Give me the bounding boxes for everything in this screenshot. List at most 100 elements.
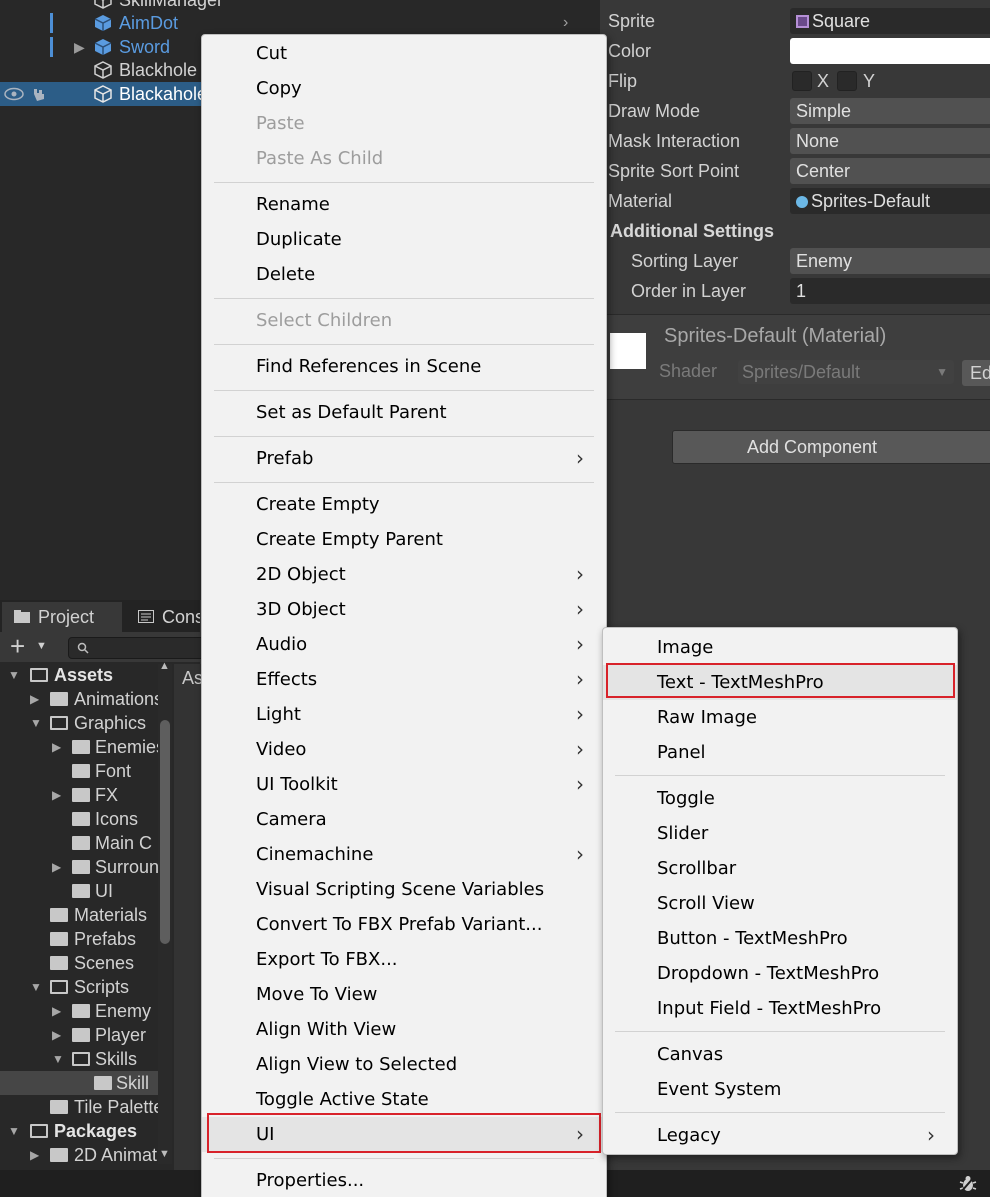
tree-item[interactable]: Materials <box>0 903 160 927</box>
submenu-item-button-textmeshpro[interactable]: Button - TextMeshPro <box>603 921 957 956</box>
tab-project[interactable]: Project <box>2 602 122 632</box>
scroll-down-icon[interactable]: ▼ <box>159 1148 170 1160</box>
pick-hand-icon[interactable] <box>30 85 48 103</box>
tree-item[interactable]: Main C <box>0 831 160 855</box>
chevron-down-icon[interactable]: ▼ <box>36 640 47 652</box>
additional-settings-header[interactable]: Additional Settings <box>610 218 774 244</box>
menu-item-copy[interactable]: Copy <box>202 71 606 106</box>
edit-shader-button[interactable]: Edit <box>962 360 990 386</box>
tree-item[interactable]: Prefabs <box>0 927 160 951</box>
tree-item[interactable]: ▶ Enemy <box>0 999 160 1023</box>
menu-item-create-empty-parent[interactable]: Create Empty Parent <box>202 522 606 557</box>
tree-item-selected[interactable]: Skill <box>0 1071 160 1095</box>
expand-arrow-icon[interactable]: ▶ <box>74 35 85 59</box>
tree-item[interactable]: ▼ Graphics <box>0 711 160 735</box>
mask-interaction-dropdown[interactable]: None <box>790 128 990 154</box>
tree-item[interactable]: ▶ Player <box>0 1023 160 1047</box>
flip-y-checkbox[interactable] <box>837 71 857 91</box>
submenu-item-scroll-view[interactable]: Scroll View <box>603 886 957 921</box>
sorting-layer-dropdown[interactable]: Enemy <box>790 248 990 274</box>
menu-item-properties[interactable]: Properties... <box>202 1163 606 1197</box>
tree-item[interactable]: Tile Palette <box>0 1095 160 1119</box>
tree-item[interactable]: ▶ Enemies <box>0 735 160 759</box>
menu-item-create-empty[interactable]: Create Empty <box>202 487 606 522</box>
submenu-item-dropdown-textmeshpro[interactable]: Dropdown - TextMeshPro <box>603 956 957 991</box>
menu-item-3d-object[interactable]: 3D Object › <box>202 592 606 627</box>
menu-item-export-to-fbx[interactable]: Export To FBX... <box>202 942 606 977</box>
submenu-item-slider[interactable]: Slider <box>603 816 957 851</box>
menu-item-visual-scripting-scene-variables[interactable]: Visual Scripting Scene Variables <box>202 872 606 907</box>
submenu-item-raw-image[interactable]: Raw Image <box>603 700 957 735</box>
tree-item[interactable]: Font <box>0 759 160 783</box>
submenu-item-input-field-textmeshpro[interactable]: Input Field - TextMeshPro <box>603 991 957 1026</box>
add-component-button[interactable]: Add Component <box>672 430 990 464</box>
menu-item-align-view-to-selected[interactable]: Align View to Selected <box>202 1047 606 1082</box>
tree-scrollbar[interactable]: ▲ ▼ <box>158 660 172 1164</box>
menu-item-ui-toolkit[interactable]: UI Toolkit › <box>202 767 606 802</box>
menu-item-move-to-view[interactable]: Move To View <box>202 977 606 1012</box>
menu-item-convert-to-fbx-prefab-variant[interactable]: Convert To FBX Prefab Variant... <box>202 907 606 942</box>
menu-item-rename[interactable]: Rename <box>202 187 606 222</box>
tree-item[interactable]: ▶ 2D Animation <box>0 1143 160 1167</box>
menu-item-select-children[interactable]: Select Children <box>202 303 606 338</box>
menu-item-cinemachine[interactable]: Cinemachine › <box>202 837 606 872</box>
search-input[interactable] <box>68 637 208 659</box>
sprite-field[interactable]: Square <box>790 8 990 34</box>
menu-item-toggle-active-state[interactable]: Toggle Active State <box>202 1082 606 1117</box>
sprite-sort-point-dropdown[interactable]: Center <box>790 158 990 184</box>
folder-icon <box>94 1076 112 1090</box>
project-toolbar: + ▼ <box>0 632 208 662</box>
tree-item[interactable]: Icons <box>0 807 160 831</box>
color-field[interactable] <box>790 38 990 64</box>
shader-dropdown[interactable]: Sprites/Default ▼ <box>738 360 954 384</box>
tree-item[interactable]: Scenes <box>0 951 160 975</box>
plus-icon[interactable]: + <box>10 633 25 659</box>
menu-item-align-with-view[interactable]: Align With View <box>202 1012 606 1047</box>
menu-item-set-default-parent[interactable]: Set as Default Parent <box>202 395 606 430</box>
eye-icon[interactable] <box>4 87 24 101</box>
submenu-item-image[interactable]: Image <box>603 630 957 665</box>
tree-item[interactable]: UI <box>0 879 160 903</box>
cube-icon <box>94 0 112 9</box>
tree-item[interactable]: ▶ Surroundings <box>0 855 160 879</box>
menu-item-find-references[interactable]: Find References in Scene <box>202 349 606 384</box>
submenu-item-event-system[interactable]: Event System <box>603 1072 957 1107</box>
menu-item-cut[interactable]: Cut <box>202 36 606 71</box>
draw-mode-dropdown[interactable]: Simple <box>790 98 990 124</box>
menu-item-effects[interactable]: Effects › <box>202 662 606 697</box>
menu-item-paste-as-child[interactable]: Paste As Child <box>202 141 606 176</box>
menu-item-delete[interactable]: Delete <box>202 257 606 292</box>
folder-icon <box>72 788 90 802</box>
menu-item-audio[interactable]: Audio › <box>202 627 606 662</box>
tree-item[interactable]: ▼ Skills <box>0 1047 160 1071</box>
tree-item-assets[interactable]: ▼ Assets <box>0 663 160 687</box>
flip-x-checkbox[interactable] <box>792 71 812 91</box>
menu-item-light[interactable]: Light › <box>202 697 606 732</box>
folder-icon <box>72 836 90 850</box>
tree-item[interactable]: ▶ FX <box>0 783 160 807</box>
scroll-up-icon[interactable]: ▲ <box>159 660 170 672</box>
scrollbar-thumb[interactable] <box>160 720 170 944</box>
menu-item-paste[interactable]: Paste <box>202 106 606 141</box>
tree-item-packages[interactable]: ▼ Packages <box>0 1119 160 1143</box>
menu-separator <box>214 182 594 183</box>
submenu-item-panel[interactable]: Panel <box>603 735 957 770</box>
submenu-item-toggle[interactable]: Toggle <box>603 781 957 816</box>
order-in-layer-input[interactable]: 1 <box>790 278 990 304</box>
tree-item[interactable]: ▶ Animations <box>0 687 160 711</box>
hierarchy-row[interactable]: AimDot › <box>0 11 600 35</box>
material-field[interactable]: Sprites-Default <box>790 188 990 214</box>
bug-icon[interactable] <box>958 1174 978 1194</box>
menu-item-video[interactable]: Video › <box>202 732 606 767</box>
submenu-item-scrollbar[interactable]: Scrollbar <box>603 851 957 886</box>
tab-console[interactable]: Console <box>126 602 200 632</box>
menu-item-duplicate[interactable]: Duplicate <box>202 222 606 257</box>
chevron-right-icon[interactable]: › <box>563 11 568 35</box>
menu-item-camera[interactable]: Camera <box>202 802 606 837</box>
chevron-right-icon: › <box>576 667 584 691</box>
submenu-item-legacy[interactable]: Legacy › <box>603 1118 957 1153</box>
menu-item-prefab[interactable]: Prefab › <box>202 441 606 476</box>
menu-item-2d-object[interactable]: 2D Object › <box>202 557 606 592</box>
submenu-item-canvas[interactable]: Canvas <box>603 1037 957 1072</box>
tree-item[interactable]: ▼ Scripts <box>0 975 160 999</box>
